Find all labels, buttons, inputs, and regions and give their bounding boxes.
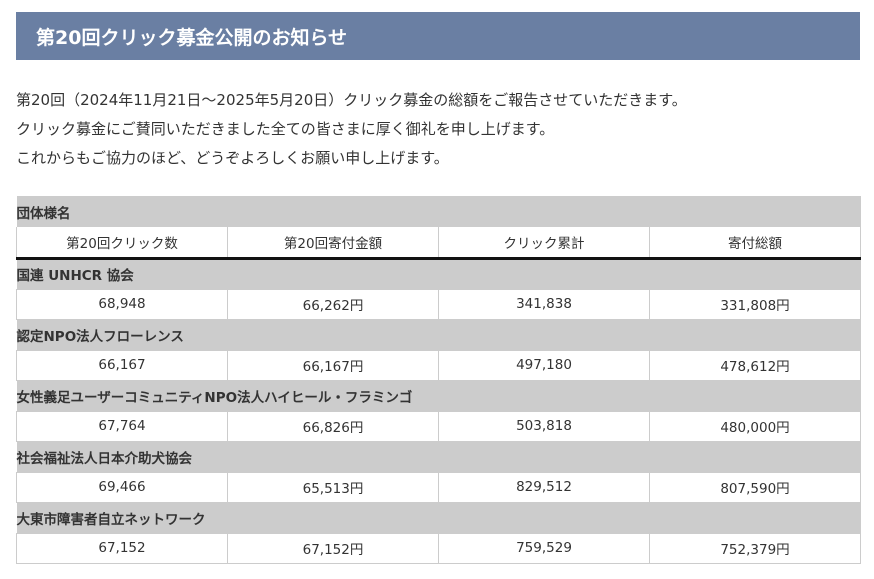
org-name: 女性義足ユーザーコミュニティNPO法人ハイヒール・フラミンゴ — [16, 380, 861, 411]
table-row-org: 国連 UNHCR 協会 — [16, 258, 861, 289]
column-header-donation-total: 寄付総額 — [649, 227, 861, 260]
cell-donation: 66,262円 — [227, 288, 439, 320]
table-row-values: 69,466 65,513円 829,512 807,590円 — [16, 471, 861, 503]
column-header-click-total: クリック累計 — [438, 227, 650, 260]
table-row-values: 68,948 66,262円 341,838 331,808円 — [16, 288, 861, 320]
cell-donation-total: 478,612円 — [649, 349, 861, 381]
intro-text: 第20回（2024年11月21日～2025年5月20日）クリック募金の総額をご報… — [16, 86, 860, 173]
table-row-org: 社会福祉法人日本介助犬協会 — [16, 441, 861, 472]
cell-donation-total: 331,808円 — [649, 288, 861, 320]
cell-clicks: 67,152 — [16, 532, 228, 564]
table-row-values: 67,152 67,152円 759,529 752,379円 — [16, 532, 861, 564]
cell-click-total: 497,180 — [438, 349, 650, 381]
donation-table: 団体様名 第20回クリック数 第20回寄付金額 クリック累計 寄付総額 国連 U… — [16, 196, 861, 564]
cell-click-total: 503,818 — [438, 410, 650, 442]
table-org-header-row: 団体様名 — [16, 196, 861, 227]
cell-donation: 67,152円 — [227, 532, 439, 564]
cell-click-total: 829,512 — [438, 471, 650, 503]
page-title-bar: 第20回クリック募金公開のお知らせ — [16, 12, 860, 60]
cell-clicks: 68,948 — [16, 288, 228, 320]
cell-donation-total: 752,379円 — [649, 532, 861, 564]
org-header-label: 団体様名 — [16, 196, 861, 227]
table-row-org: 女性義足ユーザーコミュニティNPO法人ハイヒール・フラミンゴ — [16, 380, 861, 411]
table-row-org: 認定NPO法人フローレンス — [16, 319, 861, 350]
cell-donation-total: 480,000円 — [649, 410, 861, 442]
cell-clicks: 67,764 — [16, 410, 228, 442]
cell-clicks: 66,167 — [16, 349, 228, 381]
column-header-clicks: 第20回クリック数 — [16, 227, 228, 260]
table-row-org: 大東市障害者自立ネットワーク — [16, 502, 861, 533]
cell-donation: 66,826円 — [227, 410, 439, 442]
intro-line: クリック募金にご賛同いただきました全ての皆さまに厚く御礼を申し上げます。 — [16, 120, 555, 138]
column-header-donation: 第20回寄付金額 — [227, 227, 439, 260]
table-row-values: 66,167 66,167円 497,180 478,612円 — [16, 349, 861, 381]
cell-click-total: 759,529 — [438, 532, 650, 564]
org-name: 大東市障害者自立ネットワーク — [16, 502, 861, 533]
cell-donation: 65,513円 — [227, 471, 439, 503]
org-name: 社会福祉法人日本介助犬協会 — [16, 441, 861, 472]
org-name: 国連 UNHCR 協会 — [16, 258, 861, 289]
org-name: 認定NPO法人フローレンス — [16, 319, 861, 350]
table-row-values: 67,764 66,826円 503,818 480,000円 — [16, 410, 861, 442]
page-title: 第20回クリック募金公開のお知らせ — [36, 26, 348, 49]
cell-clicks: 69,466 — [16, 471, 228, 503]
cell-click-total: 341,838 — [438, 288, 650, 320]
intro-line: これからもご協力のほど、どうぞよろしくお願い申し上げます。 — [16, 149, 449, 167]
cell-donation: 66,167円 — [227, 349, 439, 381]
intro-line: 第20回（2024年11月21日～2025年5月20日）クリック募金の総額をご報… — [16, 91, 687, 109]
table-column-header-row: 第20回クリック数 第20回寄付金額 クリック累計 寄付総額 — [16, 227, 861, 260]
cell-donation-total: 807,590円 — [649, 471, 861, 503]
